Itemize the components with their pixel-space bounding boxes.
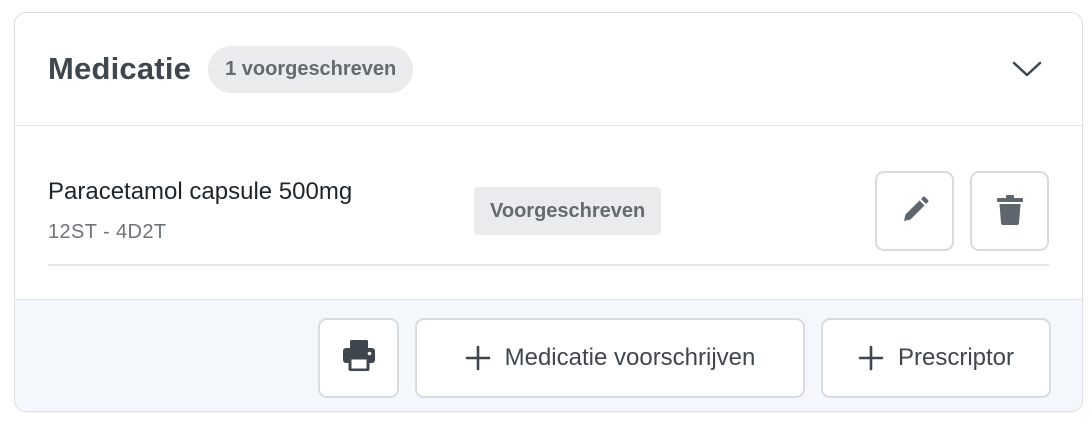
trash-icon: [996, 194, 1024, 229]
card-header: Medicatie 1 voorgeschreven: [15, 13, 1082, 126]
prescribe-medication-button[interactable]: Medicatie voorschrijven: [415, 318, 805, 398]
prescribed-count-badge: 1 voorgeschreven: [208, 45, 414, 93]
medication-dosage: 12ST - 4D2T: [48, 221, 167, 243]
edit-button[interactable]: [875, 171, 954, 251]
medication-card: Medicatie 1 voorgeschreven Paracetamol c…: [14, 12, 1083, 412]
print-button[interactable]: [318, 318, 399, 398]
medication-name: Paracetamol capsule 500mg: [48, 178, 353, 205]
medication-list: Paracetamol capsule 500mg 12ST - 4D2T Vo…: [15, 126, 1082, 299]
medication-row: Paracetamol capsule 500mg 12ST - 4D2T Vo…: [48, 126, 1049, 266]
pencil-icon: [899, 194, 931, 229]
plus-icon: [858, 345, 884, 371]
prescribe-medication-label: Medicatie voorschrijven: [504, 344, 756, 371]
prescriptor-label: Prescriptor: [897, 344, 1015, 371]
plus-icon: [465, 345, 491, 371]
chevron-down-icon[interactable]: [1012, 54, 1042, 84]
prescriptor-button[interactable]: Prescriptor: [821, 318, 1051, 398]
delete-button[interactable]: [970, 171, 1049, 251]
printer-icon: [342, 339, 376, 378]
section-title: Medicatie: [48, 51, 192, 86]
card-footer: Medicatie voorschrijven Prescriptor: [15, 299, 1082, 411]
status-badge: Voorgeschreven: [474, 187, 662, 235]
